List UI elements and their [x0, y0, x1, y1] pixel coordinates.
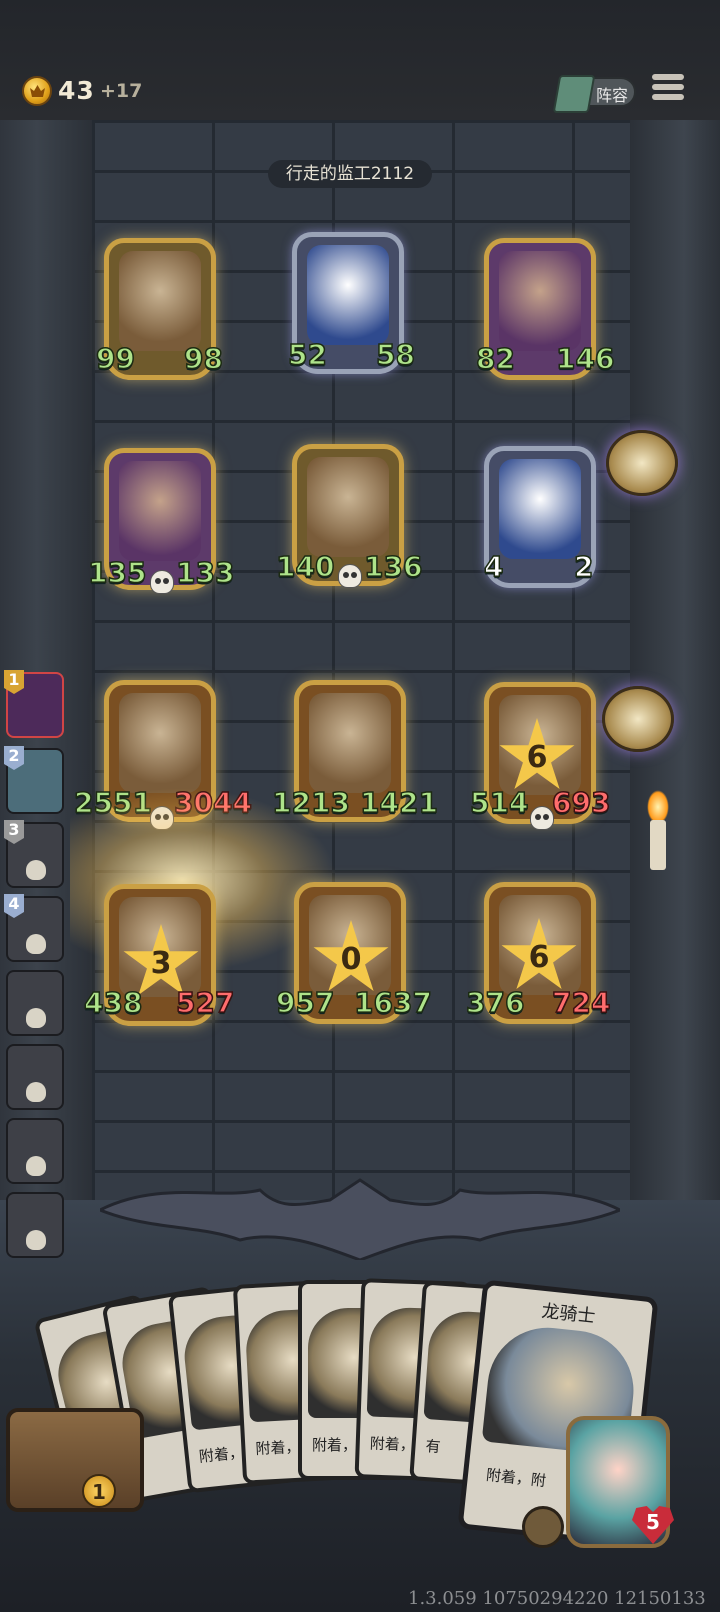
- enemy-5-health: 136: [363, 549, 423, 584]
- dragon-portrait: [309, 693, 391, 793]
- star-count: 0: [340, 942, 362, 977]
- card-text: 附着，附: [485, 1465, 547, 1491]
- card-text: 附着，: [312, 1436, 358, 1454]
- player-5-health: 1637: [353, 985, 432, 1020]
- candle: [650, 820, 666, 870]
- skull-icon: [530, 806, 554, 830]
- player-4-health: 527: [175, 985, 235, 1020]
- menu-icon[interactable]: [652, 74, 684, 108]
- skull-icon: [26, 1230, 46, 1250]
- enemy-1-health: 98: [183, 341, 223, 376]
- chest-count-badge: 1: [82, 1474, 116, 1508]
- queue-slot-6[interactable]: [6, 1044, 64, 1110]
- card-text: 附着，: [198, 1443, 245, 1466]
- candle-flame: [647, 790, 669, 824]
- queue-rank: 2: [4, 746, 24, 770]
- gold-amount: 43: [58, 76, 95, 105]
- skull-icon: [26, 934, 46, 954]
- skull-icon: [26, 1008, 46, 1028]
- player-4-attack: 438: [83, 985, 143, 1020]
- pocket-watch-icon: [602, 686, 674, 752]
- player-6-attack: 376: [465, 985, 525, 1020]
- knight-portrait: [119, 251, 201, 351]
- smith-portrait: [307, 245, 389, 345]
- card-title: 龙骑士: [540, 1300, 597, 1328]
- version-text: 1.3.059 10750294220 12150133: [408, 1588, 706, 1609]
- bone-beast-portrait: [119, 693, 201, 793]
- player-6-health: 724: [551, 985, 611, 1020]
- gold-income: +17: [100, 80, 143, 102]
- enemy-3-health: 146: [555, 341, 615, 376]
- opponent-name: 行走的监工2112: [268, 160, 432, 188]
- player-5-attack: 957: [275, 985, 335, 1020]
- skull-icon: [338, 564, 362, 588]
- card-text: 有: [424, 1437, 442, 1457]
- star-count: 3: [150, 946, 172, 981]
- clown-portrait: [499, 459, 581, 559]
- player-3-health: 693: [551, 785, 611, 820]
- skull-icon: [26, 1156, 46, 1176]
- smith-portrait: [499, 251, 581, 351]
- queue-rank: 3: [4, 820, 24, 844]
- treasure-chest-button[interactable]: [6, 1408, 144, 1512]
- skull-icon: [150, 570, 174, 594]
- enemy-4-health: 133: [175, 555, 235, 590]
- skull-icon: [26, 860, 46, 880]
- queue-slot-8[interactable]: [6, 1192, 64, 1258]
- lineup-book-icon: [552, 75, 596, 113]
- star-count: 6: [528, 940, 550, 975]
- enemy-3-attack: 82: [475, 341, 515, 376]
- enemy-2-attack: 52: [287, 337, 327, 372]
- queue-slot-7[interactable]: [6, 1118, 64, 1184]
- enemy-1-attack: 99: [95, 341, 135, 376]
- card-text: 附着，: [369, 1434, 416, 1455]
- attack-order-queue: 1 2 3 4: [0, 670, 70, 1272]
- enemy-2-health: 58: [375, 337, 415, 372]
- enemy-6-health: 2: [573, 549, 594, 584]
- queue-rank: 1: [4, 670, 24, 694]
- gold-coin-icon: [22, 76, 52, 106]
- valkyrie-portrait: [307, 457, 389, 557]
- skull-icon: [26, 1082, 46, 1102]
- player-2-health: 1421: [359, 785, 438, 820]
- brute-portrait: [119, 461, 201, 561]
- queue-rank: 4: [4, 894, 24, 918]
- queue-slot-1[interactable]: 1: [4, 670, 64, 738]
- player-3-attack: 514: [469, 785, 529, 820]
- enemy-4-attack: 135: [87, 555, 147, 590]
- hero-power-button[interactable]: [522, 1506, 564, 1548]
- star-count: 6: [526, 740, 548, 775]
- enemy-6-attack: 4: [483, 549, 504, 584]
- queue-slot-5[interactable]: [6, 970, 64, 1036]
- queue-slot-4[interactable]: 4: [4, 894, 64, 962]
- queue-slot-2[interactable]: 2: [4, 746, 64, 814]
- queue-slot-3[interactable]: 3: [4, 820, 64, 888]
- lineup-label: 阵容: [596, 86, 629, 105]
- pocket-watch-icon: [606, 430, 678, 496]
- lineup-button[interactable]: 阵容: [552, 75, 636, 113]
- enemy-5-attack: 140: [275, 549, 335, 584]
- card-text: 附着，: [254, 1437, 301, 1459]
- bat-emblem: [100, 1178, 620, 1260]
